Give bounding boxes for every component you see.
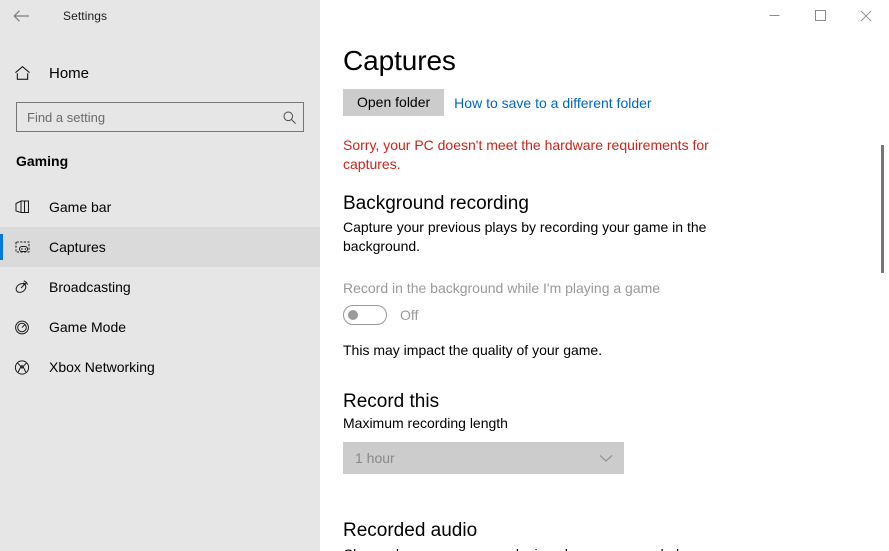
- broadcasting-icon: [14, 279, 38, 296]
- page-title: Captures: [343, 45, 456, 76]
- window-title: Settings: [63, 8, 108, 23]
- game-bar-icon: [14, 199, 38, 216]
- sidebar-item-xbox-networking[interactable]: Xbox Networking: [0, 347, 320, 387]
- toggle-state-label: Off: [400, 307, 419, 323]
- sidebar-item-home[interactable]: Home: [0, 55, 320, 91]
- content-area: Captures Open folder How to save to a di…: [320, 0, 889, 551]
- sidebar-item-label: Broadcasting: [49, 279, 131, 295]
- search-icon[interactable]: [275, 110, 303, 125]
- title-bar-left: Settings: [0, 0, 107, 31]
- sidebar-nav: Game bar Captures Broadcasting Game Mode…: [0, 187, 320, 387]
- chevron-down-icon: [599, 454, 613, 463]
- sidebar-item-captures[interactable]: Captures: [0, 227, 320, 267]
- captures-icon: [14, 239, 38, 256]
- home-label: Home: [49, 64, 90, 82]
- sidebar-item-game-bar[interactable]: Game bar: [0, 187, 320, 227]
- background-recording-toggle[interactable]: [343, 305, 387, 325]
- sidebar-item-label: Captures: [49, 239, 106, 255]
- background-recording-heading: Background recording: [343, 193, 529, 214]
- open-folder-button[interactable]: Open folder: [343, 89, 445, 116]
- background-recording-toggle-label: Record in the background while I'm playi…: [343, 280, 661, 296]
- background-recording-description: Capture your previous plays by recording…: [343, 219, 707, 254]
- search-input[interactable]: [17, 103, 275, 131]
- hardware-requirements-error: Sorry, your PC doesn't meet the hardware…: [343, 137, 709, 172]
- settings-window: Home Gaming Game: [0, 0, 889, 551]
- action-row: Open folder How to save to a different f…: [343, 89, 889, 116]
- dropdown-selected-value: 1 hour: [355, 450, 395, 466]
- background-recording-note: This may impact the quality of your game…: [343, 342, 603, 358]
- search-box[interactable]: [16, 102, 304, 132]
- window-controls: [751, 0, 889, 31]
- record-this-heading: Record this: [343, 391, 440, 412]
- max-recording-length-label: Maximum recording length: [343, 415, 508, 431]
- sidebar-item-label: Game Mode: [49, 319, 127, 335]
- toggle-knob: [348, 310, 358, 320]
- game-mode-icon: [14, 319, 38, 336]
- sidebar-item-broadcasting[interactable]: Broadcasting: [0, 267, 320, 307]
- max-recording-length-dropdown[interactable]: 1 hour: [343, 442, 624, 474]
- how-to-save-link[interactable]: How to save to a different folder: [454, 95, 651, 111]
- content-scrollbar[interactable]: [877, 31, 889, 551]
- sidebar-group-title: Gaming: [16, 153, 69, 169]
- sidebar: Home Gaming Game: [0, 0, 320, 551]
- scrollbar-thumb[interactable]: [881, 145, 884, 273]
- sidebar-item-label: Xbox Networking: [49, 359, 155, 375]
- sidebar-item-game-mode[interactable]: Game Mode: [0, 307, 320, 347]
- home-icon: [14, 65, 38, 81]
- background-recording-toggle-row: Off: [343, 305, 889, 325]
- maximize-button[interactable]: [797, 0, 843, 31]
- xbox-icon: [14, 359, 38, 376]
- close-button[interactable]: [843, 0, 889, 31]
- back-button[interactable]: [0, 0, 42, 31]
- recorded-audio-heading: Recorded audio: [343, 520, 478, 541]
- sidebar-item-label: Game bar: [49, 199, 112, 215]
- minimize-button[interactable]: [751, 0, 797, 31]
- recorded-audio-description: Change how your game and microphone are …: [343, 545, 743, 551]
